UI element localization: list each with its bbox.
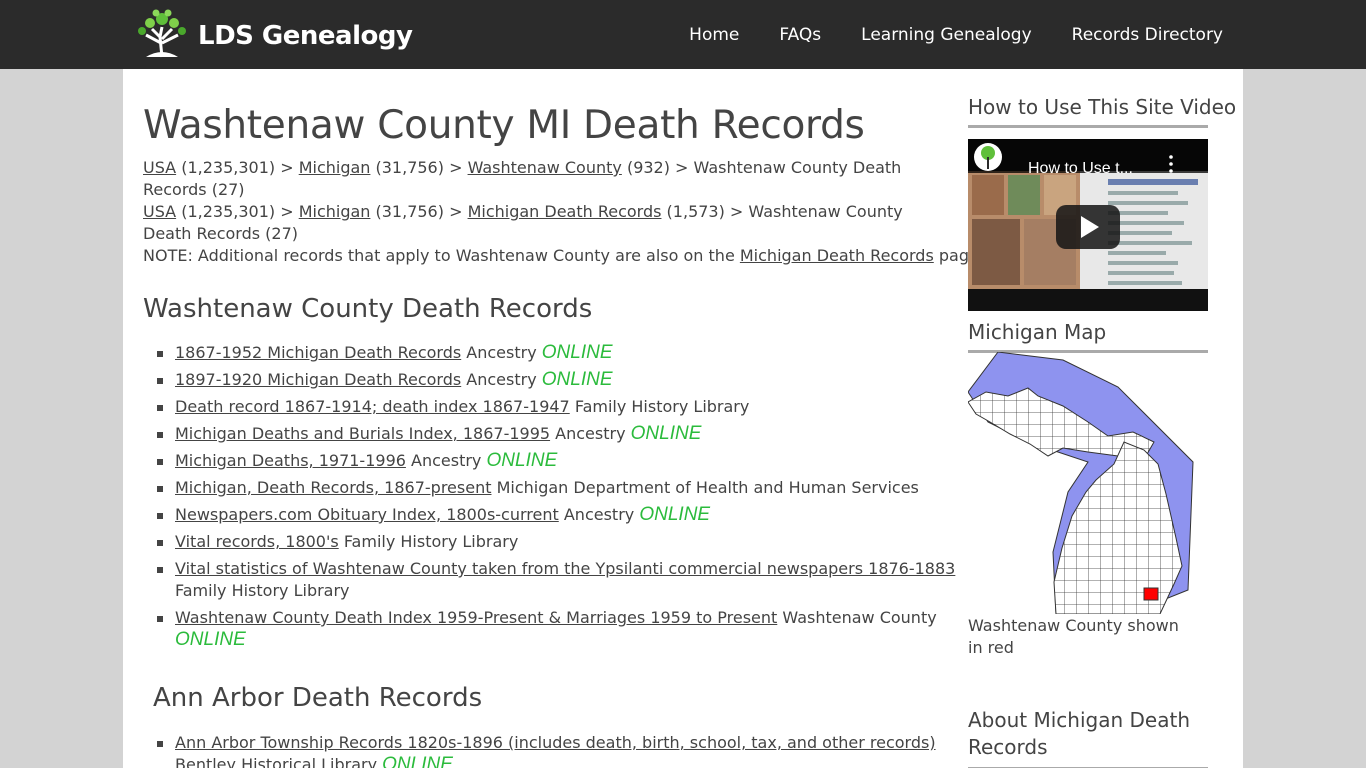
record-source: Family History Library xyxy=(574,397,750,416)
breadcrumb-count: (31,756) > xyxy=(370,158,468,177)
record-source: Ancestry xyxy=(563,505,635,524)
online-badge: ONLINE xyxy=(639,504,711,525)
breadcrumb: USA (1,235,301) > Michigan (31,756) > Wa… xyxy=(143,157,943,201)
video-player[interactable]: How to Use t... xyxy=(968,139,1208,311)
breadcrumb-link-usa[interactable]: USA xyxy=(143,158,176,177)
list-item: Washtenaw County Death Index 1959-Presen… xyxy=(157,607,957,651)
nav-faqs[interactable]: FAQs xyxy=(779,25,821,45)
logo-text: LDS Genealogy xyxy=(198,21,413,51)
list-item: Vital records, 1800's Family History Lib… xyxy=(157,531,957,553)
note-text: NOTE: Additional records that apply to W… xyxy=(143,245,984,267)
list-item: 1867-1952 Michigan Death Records Ancestr… xyxy=(157,342,957,364)
nav-home[interactable]: Home xyxy=(689,25,739,45)
video-caption: How to Use t... xyxy=(1028,160,1133,177)
record-source: Ancestry xyxy=(555,424,626,443)
list-item: Michigan, Death Records, 1867-present Mi… xyxy=(157,477,957,499)
section-heading: Ann Arbor Death Records xyxy=(153,683,483,713)
note-link-michigan-death-records[interactable]: Michigan Death Records xyxy=(740,246,934,265)
record-link[interactable]: Vital records, 1800's xyxy=(175,532,339,551)
record-link[interactable]: Washtenaw County Death Index 1959-Presen… xyxy=(175,608,777,627)
page-title: Washtenaw County MI Death Records xyxy=(143,103,865,148)
note-prefix: NOTE: Additional records that apply to W… xyxy=(143,246,740,265)
michigan-map xyxy=(967,351,1208,615)
content-card: Washtenaw County MI Death Records USA (1… xyxy=(123,69,1243,768)
record-source: Ancestry xyxy=(466,370,537,389)
breadcrumbs: USA (1,235,301) > Michigan (31,756) > Wa… xyxy=(143,157,943,245)
breadcrumb-link-michigan[interactable]: Michigan xyxy=(299,158,371,177)
record-link[interactable]: Michigan, Death Records, 1867-present xyxy=(175,478,491,497)
list-item: Newspapers.com Obituary Index, 1800s-cur… xyxy=(157,504,957,526)
breadcrumb-count: (31,756) > xyxy=(370,202,468,221)
record-source: Ancestry xyxy=(411,451,482,470)
record-list: Ann Arbor Township Records 1820s-1896 (i… xyxy=(157,732,957,768)
record-source: Family History Library xyxy=(175,581,350,600)
breadcrumb-count: (1,235,301) > xyxy=(176,202,299,221)
site-header: LDS Genealogy Home FAQs Learning Genealo… xyxy=(0,0,1366,69)
breadcrumb-link-washtenaw-county[interactable]: Washtenaw County xyxy=(468,158,622,177)
site-logo[interactable]: LDS Genealogy xyxy=(132,7,413,61)
online-badge: ONLINE xyxy=(630,423,702,444)
record-link[interactable]: Newspapers.com Obituary Index, 1800s-cur… xyxy=(175,505,559,524)
breadcrumb: USA (1,235,301) > Michigan (31,756) > Mi… xyxy=(143,201,943,245)
breadcrumb-count: (1,235,301) > xyxy=(176,158,299,177)
record-link[interactable]: Ann Arbor Township Records 1820s-1896 (i… xyxy=(175,733,936,752)
online-badge: ONLINE xyxy=(541,342,613,363)
nav-records-directory[interactable]: Records Directory xyxy=(1072,25,1223,45)
list-item: 1897-1920 Michigan Death Records Ancestr… xyxy=(157,369,957,391)
record-link[interactable]: 1867-1952 Michigan Death Records xyxy=(175,343,461,362)
breadcrumb-link-usa[interactable]: USA xyxy=(143,202,176,221)
record-source: Bentley Historical Library xyxy=(175,755,378,768)
record-source: Ancestry xyxy=(466,343,537,362)
record-link[interactable]: Michigan Deaths and Burials Index, 1867-… xyxy=(175,424,550,443)
list-item: Vital statistics of Washtenaw County tak… xyxy=(157,558,957,602)
online-badge: ONLINE xyxy=(541,369,613,390)
list-item: Ann Arbor Township Records 1820s-1896 (i… xyxy=(157,732,957,768)
list-item: Michigan Deaths, 1971-1996 Ancestry ONLI… xyxy=(157,450,957,472)
record-list: 1867-1952 Michigan Death Records Ancestr… xyxy=(157,342,957,656)
record-link[interactable]: 1897-1920 Michigan Death Records xyxy=(175,370,461,389)
map-caption: Washtenaw County shown in red xyxy=(968,616,1179,657)
video-section-title: How to Use This Site Video xyxy=(968,95,1236,128)
record-source: Michigan Department of Health and Human … xyxy=(496,478,919,497)
nav-learning-genealogy[interactable]: Learning Genealogy xyxy=(861,25,1031,45)
breadcrumb-link-michigan[interactable]: Michigan xyxy=(299,202,371,221)
record-link[interactable]: Michigan Deaths, 1971-1996 xyxy=(175,451,406,470)
list-item: Michigan Deaths and Burials Index, 1867-… xyxy=(157,423,957,445)
main-nav: Home FAQs Learning Genealogy Records Dir… xyxy=(649,0,1223,69)
breadcrumb-link-michigan-death-records[interactable]: Michigan Death Records xyxy=(468,202,662,221)
online-badge: ONLINE xyxy=(175,629,246,650)
about-section-title: About Michigan Death Records xyxy=(968,707,1208,768)
record-link[interactable]: Vital statistics of Washtenaw County tak… xyxy=(175,559,955,578)
record-source: Family History Library xyxy=(343,532,519,551)
michigan-map-graphic xyxy=(967,351,1194,615)
record-source: Washtenaw County xyxy=(782,608,937,627)
online-badge: ONLINE xyxy=(382,754,453,768)
map-section-title: Michigan Map xyxy=(968,320,1208,353)
list-item: Death record 1867-1914; death index 1867… xyxy=(157,396,957,418)
record-link[interactable]: Death record 1867-1914; death index 1867… xyxy=(175,397,570,416)
online-badge: ONLINE xyxy=(486,450,558,471)
tree-logo-icon xyxy=(138,9,186,58)
section-heading: Washtenaw County Death Records xyxy=(143,294,593,324)
